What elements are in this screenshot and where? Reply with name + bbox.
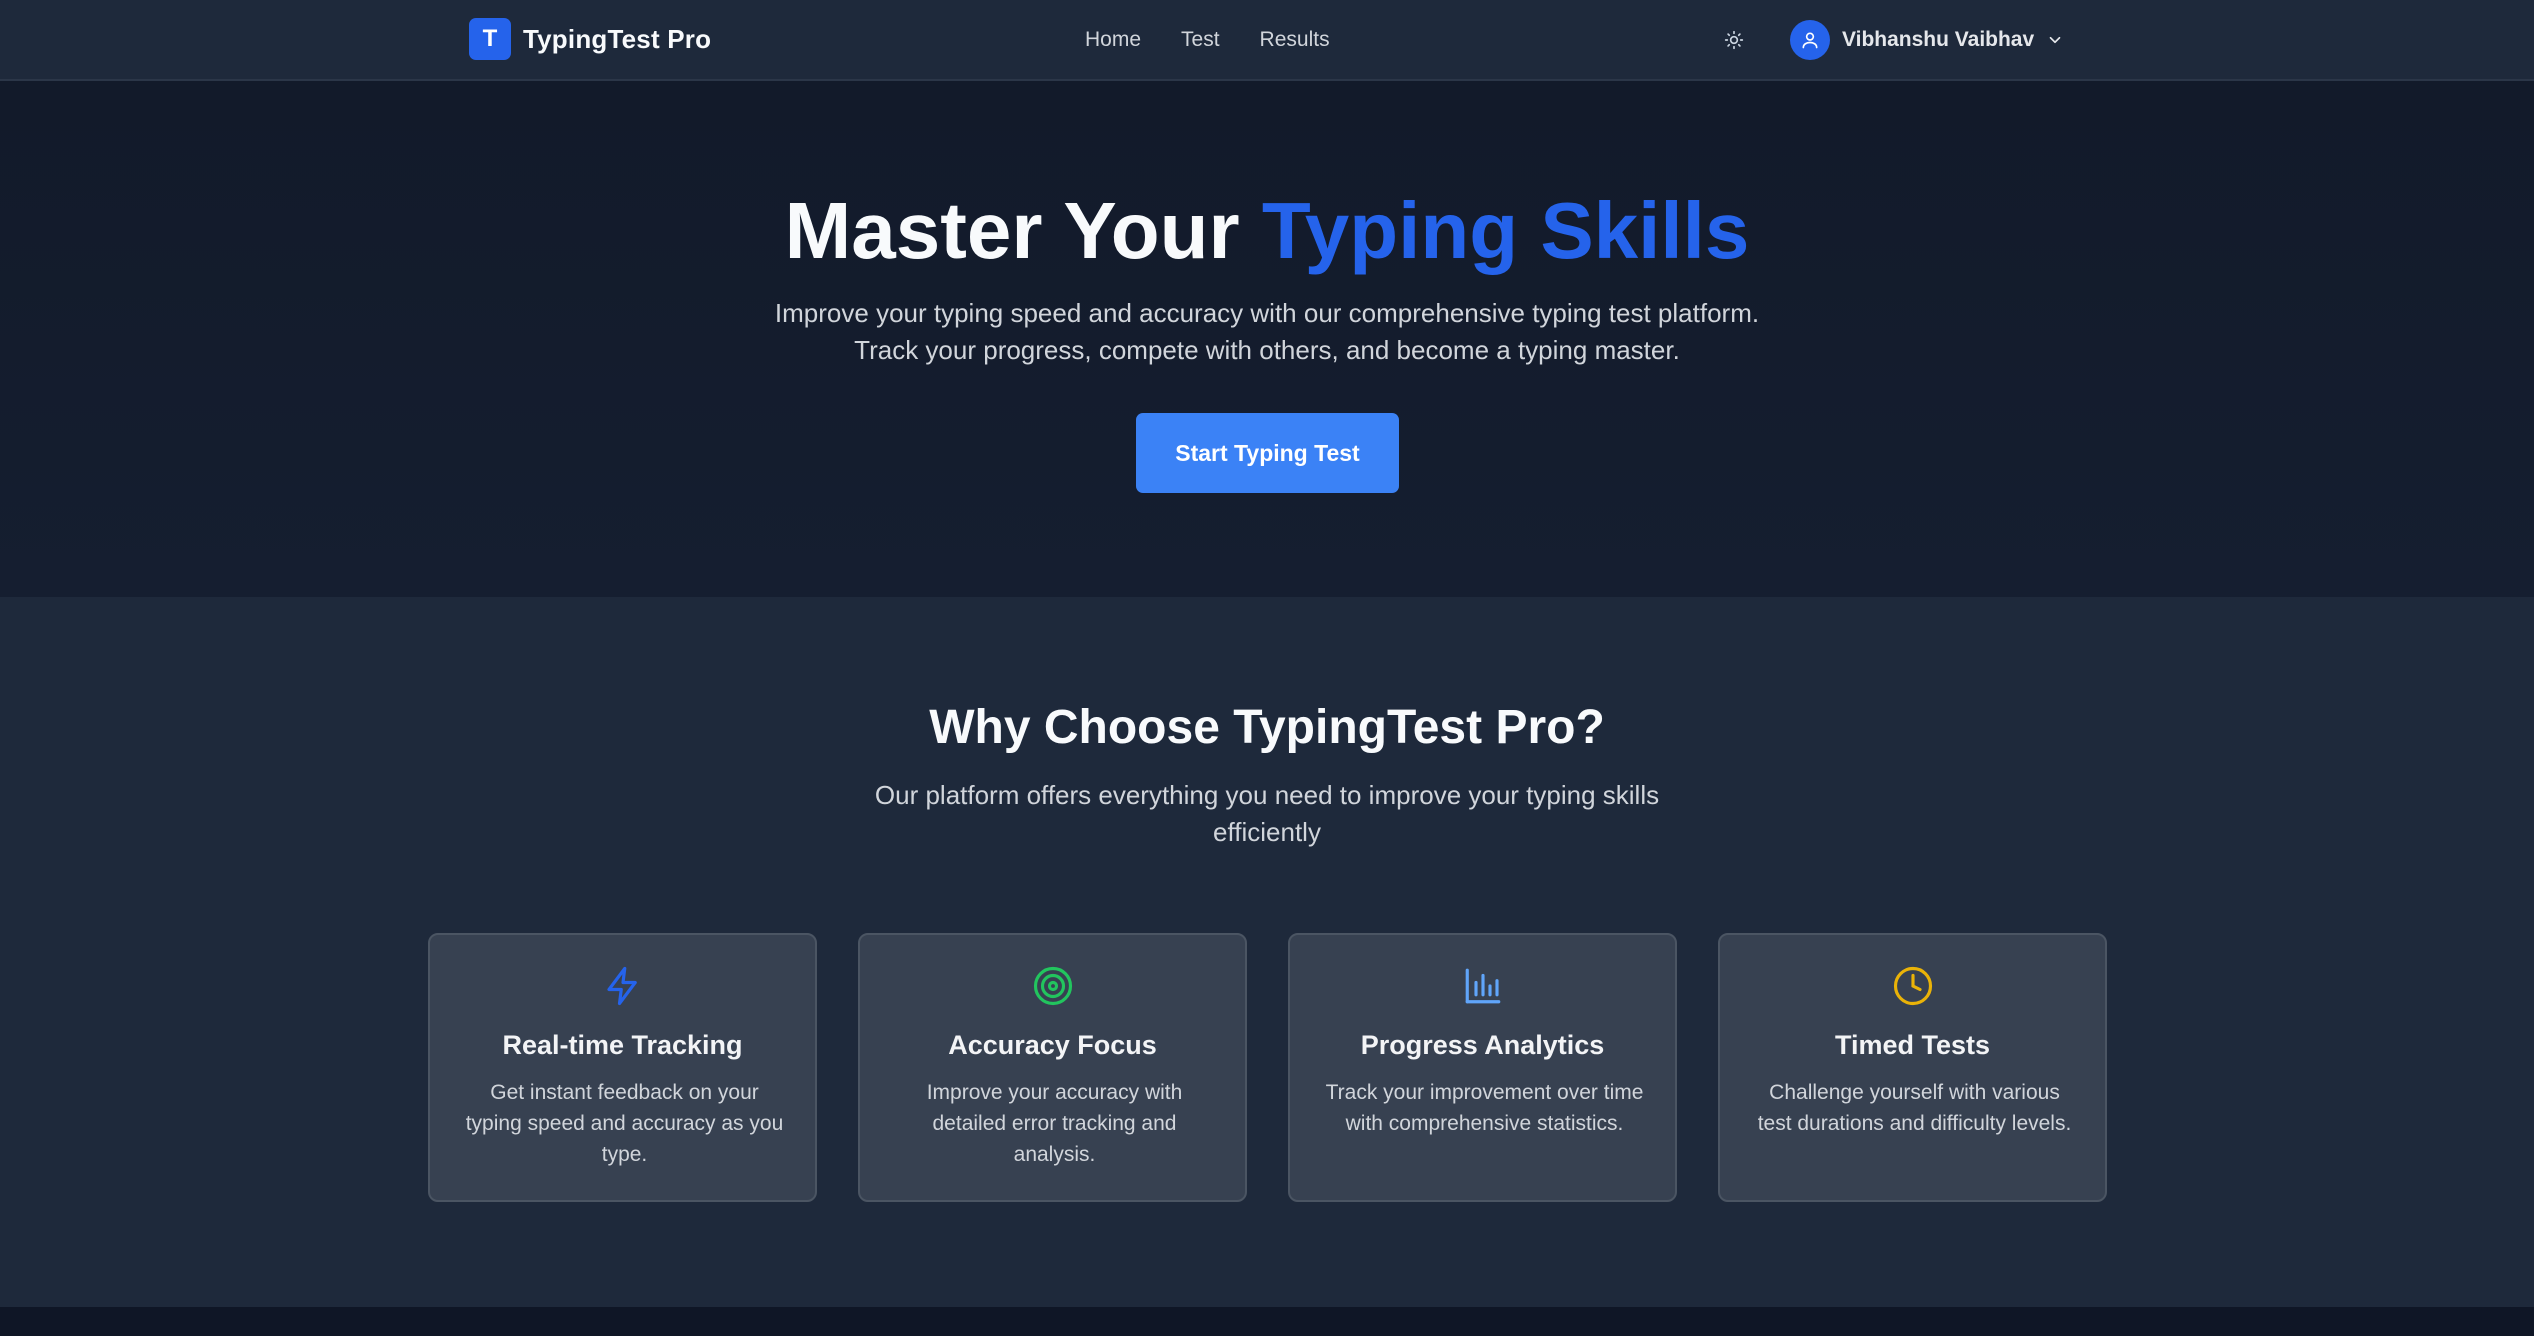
feature-card-desc: Improve your accuracy with detailed erro… (926, 1081, 1183, 1166)
brand-logo[interactable]: T TypingTest Pro (469, 18, 711, 60)
features-title: Why Choose TypingTest Pro? (929, 701, 1605, 754)
feature-card-analytics: Progress Analytics Track your improvemen… (1288, 933, 1677, 1202)
feature-card-desc: Get instant feedback on your typing spee… (465, 1081, 784, 1166)
feature-card-realtime: Real-time Tracking Get instant feedback … (428, 933, 817, 1202)
bar-chart-icon (1465, 968, 1500, 1004)
feature-card-title: Accuracy Focus (948, 1030, 1157, 1060)
hero-title-accent: Typing Skills (1261, 186, 1750, 275)
user-menu[interactable]: Vibhanshu Vaibhav (1790, 20, 2064, 60)
nav-link-home[interactable]: Home (1085, 24, 1141, 56)
hero-subtitle-line-2: Track your progress, compete with others… (854, 335, 1680, 365)
sun-icon (1724, 30, 1744, 50)
start-typing-test-button[interactable]: Start Typing Test (1136, 413, 1399, 493)
features-subtitle: Our platform offers everything you need … (874, 780, 1660, 847)
theme-toggle-button[interactable] (1716, 22, 1752, 58)
feature-card-desc: Track your improvement over time with co… (1325, 1081, 1644, 1135)
hero-section: Master Your Typing Skills Improve your t… (0, 81, 2534, 597)
nav-link-results[interactable]: Results (1260, 24, 1330, 56)
chevron-down-icon (2046, 31, 2064, 49)
hero-title-plain: Master Your (784, 186, 1262, 275)
avatar (1790, 20, 1830, 60)
clock-icon (1893, 966, 1932, 1006)
lightning-icon (606, 966, 637, 1006)
hero-subtitle-line-1: Improve your typing speed and accuracy w… (774, 298, 1760, 328)
top-navbar: T TypingTest Pro Home Test Results Vibha… (0, 0, 2534, 81)
feature-card-title: Timed Tests (1834, 1030, 1991, 1060)
nav-link-test[interactable]: Test (1181, 24, 1220, 56)
hero-subtitle: Improve your typing speed and accuracy w… (717, 295, 1817, 369)
footer-strip (0, 1307, 2534, 1336)
target-icon (1033, 966, 1072, 1006)
feature-card-title: Real-time Tracking (502, 1030, 743, 1060)
brand-name: TypingTest Pro (523, 23, 712, 54)
user-icon (1802, 32, 1818, 49)
hero-title: Master Your Typing Skills (0, 181, 2534, 281)
nav-links: Home Test Results (1085, 24, 1370, 56)
feature-card-timed: Timed Tests Challenge yourself with vari… (1718, 933, 2107, 1202)
feature-card-title: Progress Analytics (1360, 1030, 1605, 1060)
feature-card-accuracy: Accuracy Focus Improve your accuracy wit… (858, 933, 1247, 1202)
brand-badge: T (469, 18, 511, 60)
user-name: Vibhanshu Vaibhav (1842, 28, 2035, 51)
features-section: Why Choose TypingTest Pro? Our platform … (0, 597, 2534, 1307)
feature-card-desc: Challenge yourself with various test dur… (1757, 1081, 2072, 1135)
